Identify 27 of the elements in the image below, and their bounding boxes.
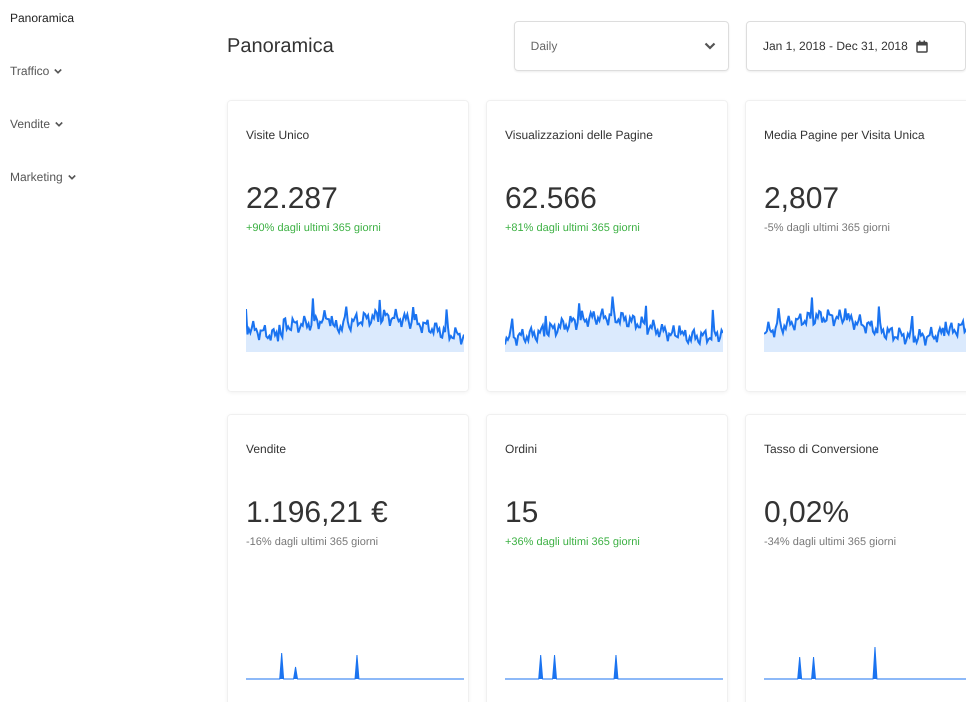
- change-text: -5% dagli ultimi 365 giorni: [764, 222, 891, 234]
- page-title: Panoramica: [227, 34, 335, 58]
- change-text: +81% dagli ultimi 365 giorni: [505, 222, 641, 234]
- metric-value: 0,02%: [764, 496, 850, 530]
- card-title: Media Pagine per Visita Unica: [764, 128, 926, 142]
- card-title: Visualizzazioni delle Pagine: [505, 128, 654, 142]
- interval-dropdown[interactable]: Daily: [514, 21, 729, 71]
- card-title: Vendite: [246, 442, 288, 456]
- sidebar-item[interactable]: Vendite: [10, 114, 200, 134]
- metric-value: 15: [505, 496, 540, 530]
- change-text: -16% dagli ultimi 365 giorni: [246, 536, 380, 548]
- metric-value: 22.287: [246, 182, 339, 216]
- chevron-down-icon: [704, 42, 716, 50]
- change-text: +36% dagli ultimi 365 giorni: [505, 536, 641, 548]
- card-title: Visite Unico: [246, 128, 310, 142]
- calendar-icon: [916, 40, 928, 52]
- card-title: Ordini: [505, 442, 538, 456]
- date-range-picker[interactable]: Jan 1, 2018 - Dec 31, 2018: [746, 21, 966, 71]
- metric-value: 2,807: [764, 182, 840, 216]
- metric-value: 62.566: [505, 182, 598, 216]
- sidebar-item[interactable]: Marketing: [10, 167, 200, 187]
- sidebar-item[interactable]: Traffico: [10, 61, 200, 81]
- card-title: Tasso di Conversione: [764, 442, 880, 456]
- change-text: +90% dagli ultimi 365 giorni: [246, 222, 382, 234]
- change-text: -34% dagli ultimi 365 giorni: [764, 536, 898, 548]
- sidebar-item[interactable]: Panoramica: [10, 8, 200, 28]
- metric-value: 1.196,21 €: [246, 496, 389, 530]
